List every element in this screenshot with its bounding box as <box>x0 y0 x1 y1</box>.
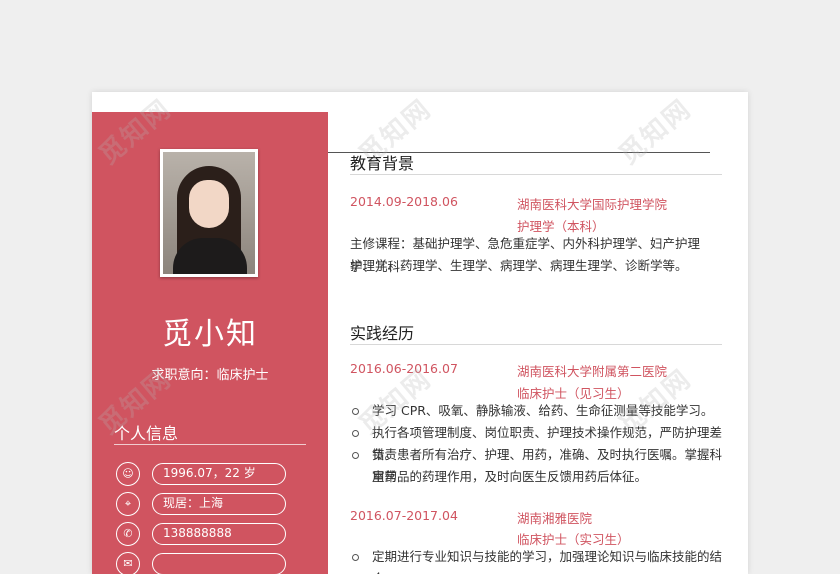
info-row-birth: ☺ 1996.07，22 岁 <box>116 462 296 486</box>
info-phone: 138888888 <box>152 523 286 545</box>
practice-divider <box>350 344 722 345</box>
info-row-phone: ✆ 138888888 <box>116 522 296 546</box>
education-divider <box>350 174 722 175</box>
resume-page: 觅小知 求职意向：临床护士 个人信息 ☺ 1996.07，22 岁 ⌖ 现居：上… <box>92 92 748 574</box>
education-date: 2014.09-2018.06 <box>350 194 458 209</box>
info-row-location: ⌖ 现居：上海 <box>116 492 296 516</box>
education-school: 湖南医科大学国际护理学院 <box>517 197 668 212</box>
candidate-name: 觅小知 <box>162 317 258 352</box>
job2-bullet: 定期进行专业知识与技能的学习，加强理论知识与临床技能的结合， <box>350 546 722 574</box>
job-intent: 求职意向：临床护士 <box>151 368 269 383</box>
phone-icon: ✆ <box>116 522 140 546</box>
job1-date: 2016.06-2016.07 <box>350 361 458 376</box>
info-row-mail: ✉ <box>116 552 296 574</box>
personal-info-heading: 个人信息 <box>114 424 179 443</box>
resume-main: 教育背景 2014.09-2018.06 湖南医科大学国际护理学院 护理学（本科… <box>328 92 722 574</box>
job2-org: 湖南湘雅医院 <box>517 511 593 526</box>
practice-heading: 实践经历 <box>350 324 415 343</box>
job2-date: 2016.07-2017.04 <box>350 508 458 523</box>
person-icon: ☺ <box>116 462 140 486</box>
job1-org: 湖南医科大学附属第二医院 <box>517 364 668 379</box>
education-courses-2: 护理学、药理学、生理学、病理学、病理生理学、诊断学等。 <box>350 258 688 273</box>
job1-bullet-continued: 用药品的药理作用，及时向医生反馈用药后体征。 <box>372 469 648 484</box>
job1-bullet: 学习 CPR、吸氧、静脉输液、给药、生命征测量等技能学习。 <box>350 400 722 422</box>
mail-icon: ✉ <box>116 552 140 574</box>
personal-info-divider <box>114 444 306 445</box>
profile-sidebar: 觅小知 求职意向：临床护士 个人信息 ☺ 1996.07，22 岁 ⌖ 现居：上… <box>92 112 328 574</box>
profile-photo <box>160 149 258 277</box>
location-pin-icon: ⌖ <box>116 492 140 516</box>
info-location: 现居：上海 <box>152 493 286 515</box>
info-birth: 1996.07，22 岁 <box>152 463 286 485</box>
info-mail <box>152 553 286 574</box>
education-heading: 教育背景 <box>350 154 415 173</box>
